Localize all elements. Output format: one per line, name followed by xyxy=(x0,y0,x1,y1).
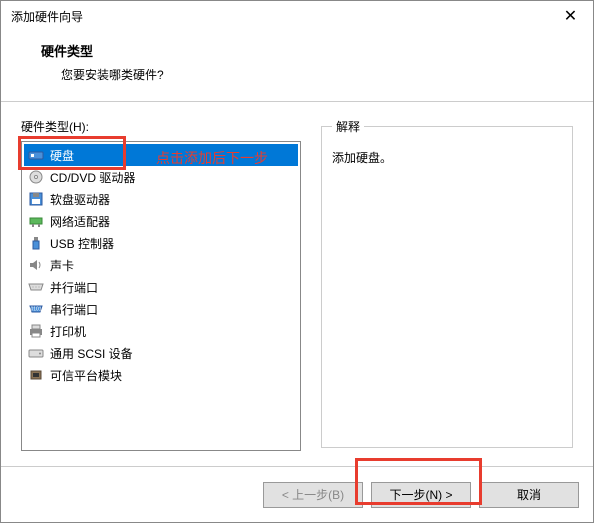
disk-icon xyxy=(28,147,44,163)
list-item-label: 串行端口 xyxy=(50,301,98,318)
svg-text:0101: 0101 xyxy=(30,307,41,313)
list-item-label: 声卡 xyxy=(50,257,74,274)
scsi-icon xyxy=(28,345,44,361)
cd-icon xyxy=(28,169,44,185)
list-item-usb[interactable]: USB 控制器 xyxy=(24,232,298,254)
list-item-serial[interactable]: 0101 串行端口 xyxy=(24,298,298,320)
tpm-icon xyxy=(28,367,44,383)
list-item-sound[interactable]: 声卡 xyxy=(24,254,298,276)
hardware-type-list[interactable]: 硬盘 CD/DVD 驱动器 软盘驱动器 网络适配器 USB 控制器 xyxy=(21,141,301,451)
explanation-fieldset: 解释 添加硬盘。 xyxy=(321,118,573,448)
explanation-legend: 解释 xyxy=(332,118,364,135)
list-item-label: 通用 SCSI 设备 xyxy=(50,345,133,362)
serial-port-icon: 0101 xyxy=(28,301,44,317)
back-button: < 上一步(B) xyxy=(263,482,363,508)
list-item-scsi[interactable]: 通用 SCSI 设备 xyxy=(24,342,298,364)
cancel-button[interactable]: 取消 xyxy=(479,482,579,508)
list-item-label: 网络适配器 xyxy=(50,213,110,230)
list-item-label: 并行端口 xyxy=(50,279,98,296)
list-item-label: 打印机 xyxy=(50,323,86,340)
next-button[interactable]: 下一步(N) > xyxy=(371,482,471,508)
list-item-label: 软盘驱动器 xyxy=(50,191,110,208)
list-item-cd[interactable]: CD/DVD 驱动器 xyxy=(24,166,298,188)
list-item-printer[interactable]: 打印机 xyxy=(24,320,298,342)
printer-icon xyxy=(28,323,44,339)
dialog-title: 添加硬件向导 xyxy=(11,8,83,25)
footer: < 上一步(B) 下一步(N) > 取消 xyxy=(1,466,593,522)
close-button[interactable]: ✕ xyxy=(548,1,593,31)
list-item-label: CD/DVD 驱动器 xyxy=(50,169,135,186)
header-subtitle: 您要安装哪类硬件? xyxy=(61,66,563,83)
network-icon xyxy=(28,213,44,229)
hardware-type-label: 硬件类型(H): xyxy=(21,118,301,135)
add-hardware-wizard-dialog: 添加硬件向导 ✕ 硬件类型 您要安装哪类硬件? 硬件类型(H): 硬盘 CD/D… xyxy=(0,0,594,523)
list-item-floppy[interactable]: 软盘驱动器 xyxy=(24,188,298,210)
list-item-disk[interactable]: 硬盘 xyxy=(24,144,298,166)
list-item-network[interactable]: 网络适配器 xyxy=(24,210,298,232)
list-item-label: 硬盘 xyxy=(50,147,74,164)
parallel-port-icon xyxy=(28,279,44,295)
titlebar: 添加硬件向导 ✕ xyxy=(1,1,593,31)
header: 硬件类型 您要安装哪类硬件? xyxy=(1,31,593,102)
list-item-label: USB 控制器 xyxy=(50,235,114,252)
floppy-icon xyxy=(28,191,44,207)
content-area: 硬件类型(H): 硬盘 CD/DVD 驱动器 软盘驱动器 网络适配器 xyxy=(1,102,593,467)
explanation-panel: 解释 添加硬盘。 xyxy=(321,118,573,451)
list-item-parallel[interactable]: 并行端口 xyxy=(24,276,298,298)
explanation-text: 添加硬盘。 xyxy=(332,149,562,166)
hardware-type-panel: 硬件类型(H): 硬盘 CD/DVD 驱动器 软盘驱动器 网络适配器 xyxy=(21,118,301,451)
usb-icon xyxy=(28,235,44,251)
list-item-tpm[interactable]: 可信平台模块 xyxy=(24,364,298,386)
sound-icon xyxy=(28,257,44,273)
header-title: 硬件类型 xyxy=(41,41,563,60)
list-item-label: 可信平台模块 xyxy=(50,367,122,384)
